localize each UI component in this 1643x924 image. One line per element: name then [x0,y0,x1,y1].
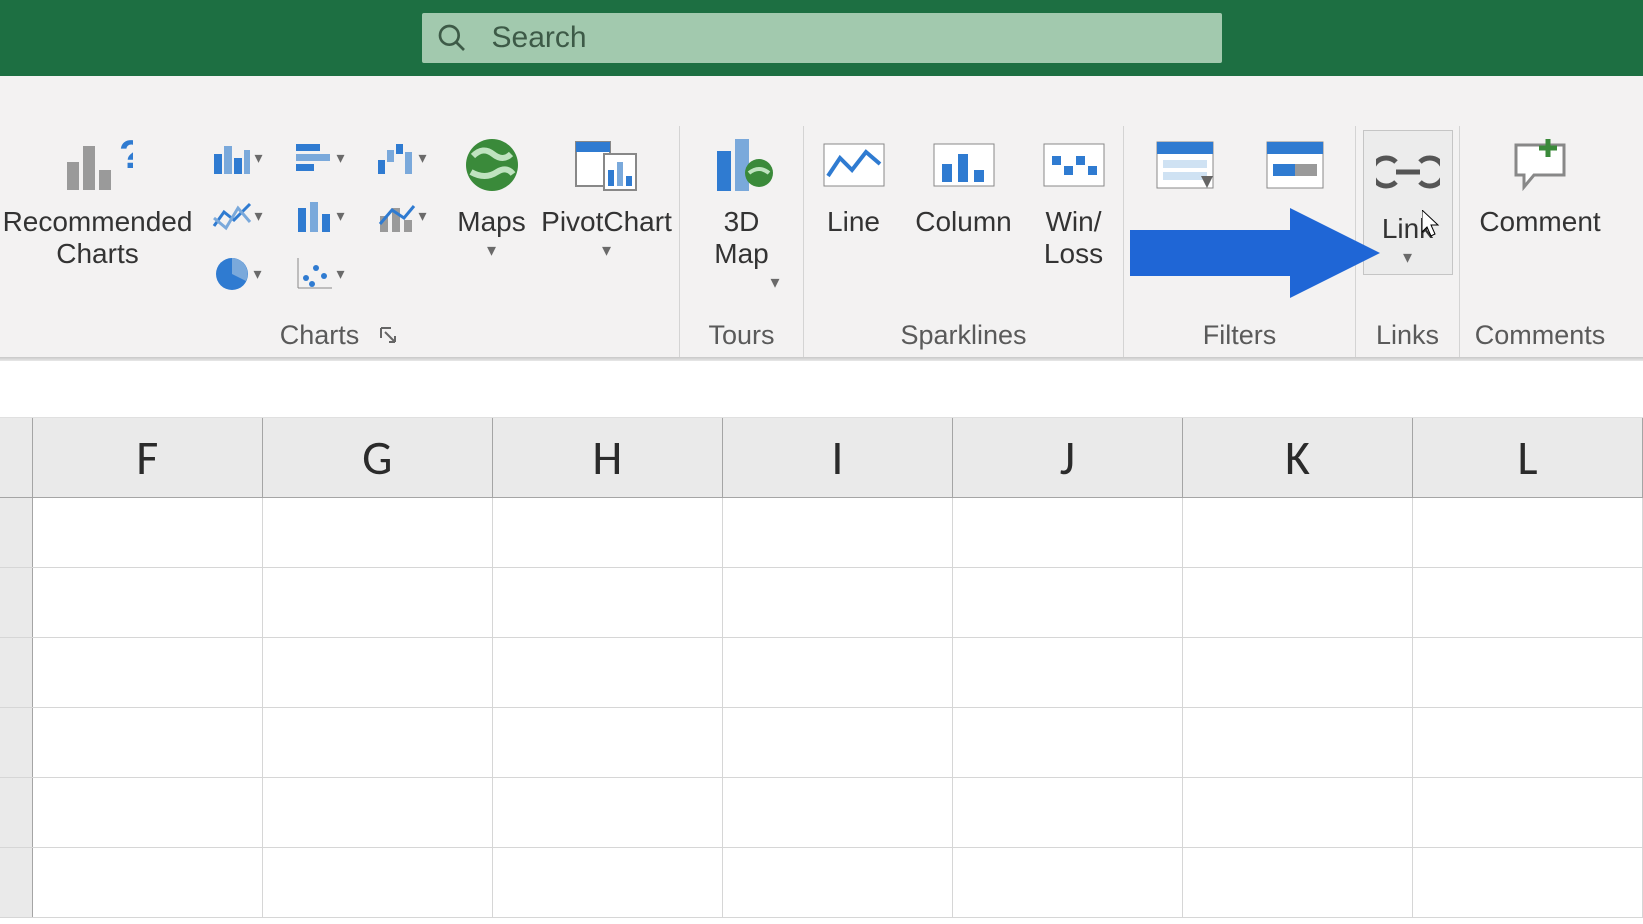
chevron-down-icon: ▾ [770,272,779,293]
group-links-label: Links [1376,310,1439,351]
svg-text:?: ? [119,134,133,177]
chart-line-button[interactable]: ▾ [198,188,278,244]
column-header[interactable]: G [263,418,493,497]
group-filters: Filters [1124,126,1356,357]
slicer-button[interactable] [1135,130,1235,200]
recommended-charts-icon: ? [63,134,133,196]
maps-label: Maps [457,206,525,238]
sparkline-column-button[interactable]: Column [914,130,1014,238]
chart-waterfall-button[interactable]: ▾ [362,130,442,186]
chart-pie-icon [213,255,251,293]
slicer-icon [1153,138,1217,192]
sparkline-line-button[interactable]: Line [804,130,904,238]
link-button[interactable]: Link ▾ [1363,130,1453,275]
chart-scatter-button[interactable]: ▾ [280,246,360,302]
column-header[interactable]: K [1183,418,1413,497]
chart-bar-button[interactable]: ▾ [280,130,360,186]
column-header[interactable]: L [1413,418,1643,497]
group-sparklines-label: Sparklines [900,310,1026,351]
search-box[interactable] [422,13,1222,63]
chart-pie-button[interactable]: ▾ [198,246,278,302]
column-headers: F G H I J K L [0,418,1643,498]
chart-combo-icon [376,198,416,234]
chart-bar-icon [294,140,334,176]
group-charts: ? Recommended Charts ▾ ▾ [0,126,680,357]
search-icon [436,22,468,54]
dialog-launcher-icon[interactable] [379,326,399,346]
group-comments-label: Comments [1475,310,1606,351]
comment-icon [1510,139,1570,191]
sparkline-winloss-label: Win/ Loss [1028,206,1120,270]
group-filters-label: Filters [1203,310,1277,351]
comment-button[interactable]: Comment [1470,130,1610,238]
chart-scatter-icon [294,256,334,292]
recommended-charts-button[interactable]: ? Recommended Charts [8,130,188,270]
3d-map-button[interactable]: 3D Map ▾ [692,130,792,293]
chart-combo-button[interactable]: ▾ [362,188,442,244]
sparkline-line-label: Line [827,206,880,238]
group-comments: Comment Comments [1460,126,1620,357]
chevron-down-icon: ▾ [487,240,496,261]
sparkline-column-icon [932,142,996,188]
worksheet-grid[interactable]: F G H I J K L [0,418,1643,918]
link-label: Link [1382,213,1433,245]
group-charts-label: Charts [280,320,360,351]
search-input[interactable] [492,21,1208,55]
chart-column-icon [212,140,252,176]
group-tours-label: Tours [708,310,774,351]
column-header[interactable]: I [723,418,953,497]
timeline-button[interactable] [1245,130,1345,200]
chart-line-icon [212,198,252,234]
sparkline-winloss-icon [1042,142,1106,188]
title-bar [0,0,1643,76]
chevron-down-icon: ▾ [602,240,611,261]
sparkline-winloss-button[interactable]: Win/ Loss [1024,130,1124,270]
formula-bar-area [0,358,1643,418]
sparkline-column-label: Column [915,206,1011,238]
column-header[interactable]: F [33,418,263,497]
column-header[interactable]: J [953,418,1183,497]
chart-statistic-icon [294,198,334,234]
pivotchart-icon [574,136,640,194]
chart-waterfall-icon [376,140,416,176]
ribbon: ? Recommended Charts ▾ ▾ [0,76,1643,358]
chart-column-button[interactable]: ▾ [198,130,278,186]
sparkline-line-icon [822,142,886,188]
group-sparklines: Line Column [804,126,1124,357]
grid-rows [0,498,1643,918]
pivotchart-button[interactable]: PivotChart ▾ [542,130,672,261]
group-links: Link ▾ Links [1356,126,1460,357]
chevron-down-icon: ▾ [1403,247,1412,268]
chart-statistic-button[interactable]: ▾ [280,188,360,244]
link-icon [1376,148,1440,196]
maps-icon [463,136,521,194]
group-tours: 3D Map ▾ Tours [680,126,804,357]
maps-button[interactable]: Maps ▾ [452,130,532,261]
column-header[interactable]: H [493,418,723,497]
3d-map-icon [709,135,775,195]
chart-type-gallery: ▾ ▾ ▾ ▾ [198,130,442,302]
3d-map-label: 3D Map [696,206,788,270]
pivotchart-label: PivotChart [541,206,672,238]
timeline-icon [1263,138,1327,192]
comment-label: Comment [1479,206,1600,238]
recommended-charts-label: Recommended Charts [3,206,193,270]
